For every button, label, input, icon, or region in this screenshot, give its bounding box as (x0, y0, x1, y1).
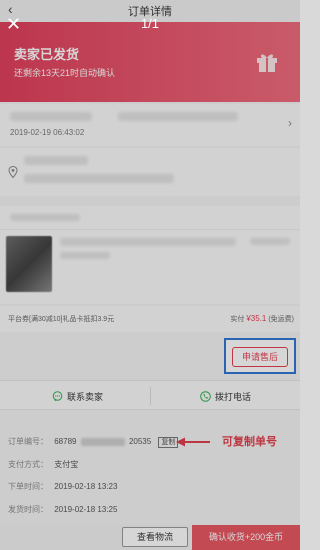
order-number-row: 订单编号： 68789 20535 复制 (8, 436, 179, 448)
ship-time-label: 发货时间： (8, 505, 48, 514)
blurred-shop-name (10, 214, 80, 221)
blurred-recipient (24, 156, 88, 165)
after-sale-highlight: 申请售后 (224, 338, 296, 374)
blurred-product-spec (60, 252, 110, 259)
contact-actions: 联系卖家 拨打电话 (0, 380, 300, 410)
shop-row[interactable] (0, 206, 300, 230)
product-item[interactable] (0, 230, 300, 304)
order-detail-screen: ‹ 订单详情 卖家已发货 还剩余13天21时自动确认 2019-02-19 06… (0, 0, 300, 550)
status-banner: 卖家已发货 还剩余13天21时自动确认 (0, 22, 300, 102)
logistics-card[interactable]: 2019-02-19 06:43:02 › (0, 104, 300, 146)
blurred-product-price (250, 238, 290, 245)
action-divider (150, 387, 151, 405)
product-thumbnail (6, 236, 52, 292)
order-number-label: 订单编号： (8, 437, 48, 446)
paid-value: ¥35.1 (246, 314, 267, 323)
logistics-time: 2019-02-19 06:43:02 (10, 128, 85, 137)
annotation-text: 可复制单号 (222, 436, 277, 448)
ship-time-row: 发货时间： 2019-02-18 13:25 (8, 504, 117, 515)
coupon-info: 平台券[满30减10]礼品卡抵扣3.9元 (8, 316, 115, 323)
order-time-value: 2019-02-18 13:23 (54, 482, 118, 491)
call-phone-button[interactable]: 拨打电话 (200, 381, 251, 411)
payment-method-row: 支付方式： 支付宝 (8, 459, 78, 470)
order-status-title: 卖家已发货 (14, 47, 80, 62)
gift-icon (257, 54, 277, 72)
blurred-address (24, 174, 174, 183)
auto-confirm-text: 还剩余13天21时自动确认 (14, 68, 116, 78)
chat-icon (52, 390, 63, 401)
ship-time-value: 2019-02-18 13:25 (54, 505, 118, 514)
price-summary-row: 平台券[满30减10]礼品卡抵扣3.9元 实付 ¥35.1 (免运费) (0, 306, 300, 332)
annotation-arrow-icon (176, 437, 210, 447)
blurred-logistics-status (118, 112, 238, 121)
blurred-product-title (60, 238, 236, 246)
blurred-logistics-name (10, 112, 92, 121)
image-counter: 1/1 (140, 16, 160, 31)
bottom-action-bar: 查看物流 确认收货+200金币 (0, 525, 300, 550)
location-pin-icon (8, 166, 18, 178)
paid-label: 实付 (230, 316, 245, 323)
blurred-order-number (80, 437, 125, 446)
payment-method-value: 支付宝 (54, 460, 79, 469)
order-number-start: 68789 (54, 437, 77, 446)
phone-icon (200, 390, 211, 402)
after-sale-button[interactable]: 申请售后 (232, 347, 288, 367)
call-phone-label: 拨打电话 (215, 391, 252, 402)
payment-method-label: 支付方式： (8, 460, 48, 469)
confirm-receipt-button[interactable]: 确认收货+200金币 (192, 525, 300, 550)
shipping-note: (免运费) (268, 316, 294, 323)
contact-seller-button[interactable]: 联系卖家 (52, 381, 103, 411)
order-time-row: 下单时间： 2019-02-18 13:23 (8, 481, 117, 492)
view-logistics-button[interactable]: 查看物流 (122, 527, 188, 547)
contact-seller-label: 联系卖家 (67, 391, 104, 402)
paid-amount: 实付 ¥35.1 (免运费) (230, 314, 294, 324)
order-number-end: 20535 (128, 437, 152, 446)
address-card (0, 148, 300, 196)
order-time-label: 下单时间： (8, 482, 48, 491)
chevron-right-icon: › (288, 116, 292, 130)
